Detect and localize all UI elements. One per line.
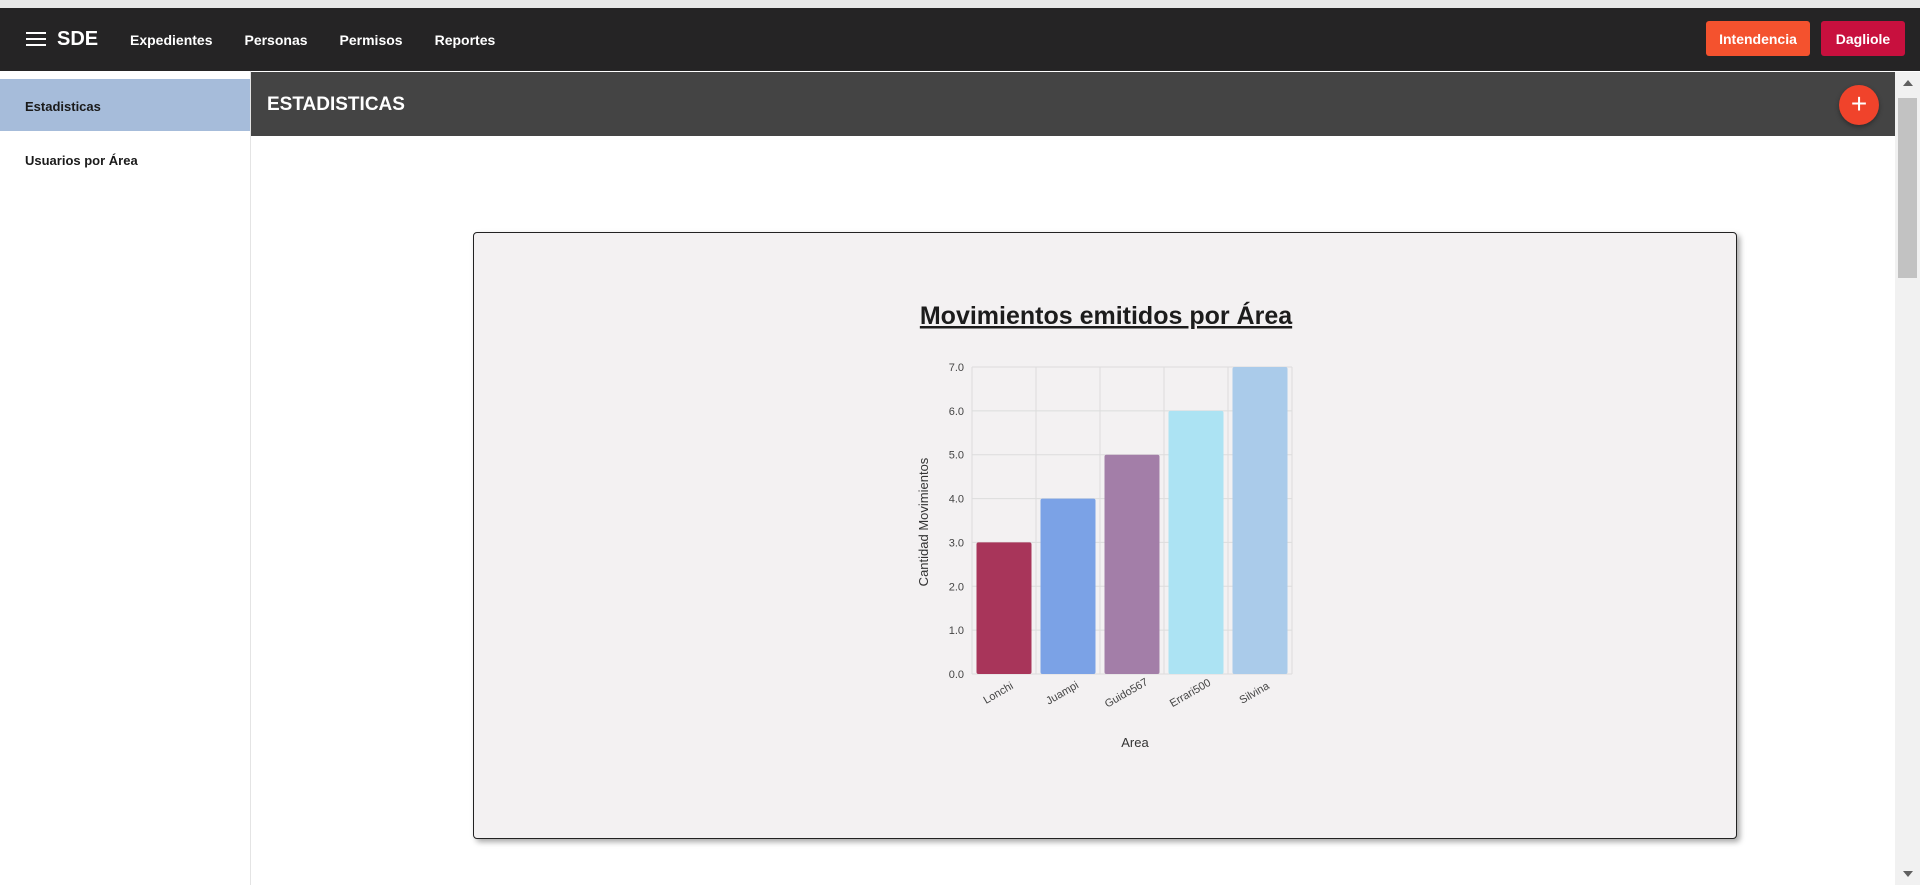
- y-tick-label: 7.0: [949, 362, 964, 374]
- y-tick-label: 6.0: [949, 406, 964, 418]
- x-tick-label: Juampi: [1044, 679, 1081, 707]
- bar-lonchi[interactable]: [976, 542, 1032, 674]
- user-button[interactable]: Dagliole: [1821, 21, 1905, 56]
- app-brand[interactable]: SDE: [57, 28, 98, 51]
- vertical-scrollbar[interactable]: [1895, 72, 1920, 885]
- hamburger-menu-icon[interactable]: [26, 32, 46, 47]
- bar-guido567[interactable]: [1104, 454, 1160, 674]
- x-tick-label: Lonchi: [981, 680, 1015, 707]
- x-tick-label: Silvina: [1237, 680, 1272, 707]
- bar-errari500[interactable]: [1168, 410, 1224, 674]
- nav-reportes[interactable]: Reportes: [435, 32, 496, 48]
- nav-expedientes[interactable]: Expedientes: [130, 32, 212, 48]
- page-header: ESTADISTICAS +: [251, 72, 1895, 136]
- chart-card: Movimientos emitidos por Área 0.0 1.0 2.0 3…: [473, 232, 1737, 839]
- sidebar-item-estadisticas[interactable]: Estadisticas: [0, 79, 250, 131]
- add-button[interactable]: +: [1839, 85, 1879, 125]
- browser-top-strip: [0, 0, 1920, 8]
- y-tick-label: 4.0: [949, 494, 964, 506]
- sidebar: Estadisticas Usuarios por Área: [0, 71, 251, 885]
- y-tick-label: 0.0: [949, 669, 964, 681]
- y-tick-label: 5.0: [949, 450, 964, 462]
- nav-personas[interactable]: Personas: [244, 32, 307, 48]
- scroll-thumb[interactable]: [1898, 98, 1917, 278]
- x-axis-label: Area: [1121, 735, 1149, 750]
- sidebar-item-usuarios-por-area[interactable]: Usuarios por Área: [0, 131, 250, 183]
- x-tick-label: Guido567: [1103, 676, 1150, 710]
- page-title: ESTADISTICAS: [267, 94, 405, 115]
- bar-juampi[interactable]: [1040, 498, 1096, 674]
- bar-chart: Movimientos emitidos por Área 0.0 1.0 2.0 3…: [916, 301, 1293, 750]
- main-nav: Expedientes Personas Permisos Reportes: [130, 8, 527, 71]
- bar-silvina[interactable]: [1232, 367, 1288, 674]
- scroll-down-arrow-icon[interactable]: [1903, 871, 1913, 877]
- scroll-up-arrow-icon[interactable]: [1903, 80, 1913, 86]
- x-tick-label: Errari500: [1168, 677, 1213, 710]
- chart-title: Movimientos emitidos por Área: [920, 301, 1293, 330]
- nav-permisos[interactable]: Permisos: [340, 32, 403, 48]
- area-button[interactable]: Intendencia: [1706, 21, 1810, 56]
- y-tick-label: 2.0: [949, 581, 964, 593]
- y-axis-label: Cantidad Movimientos: [916, 457, 931, 586]
- y-tick-label: 3.0: [949, 537, 964, 549]
- y-tick-label: 1.0: [949, 625, 964, 637]
- app-bar: SDE Expedientes Personas Permisos Report…: [0, 8, 1920, 71]
